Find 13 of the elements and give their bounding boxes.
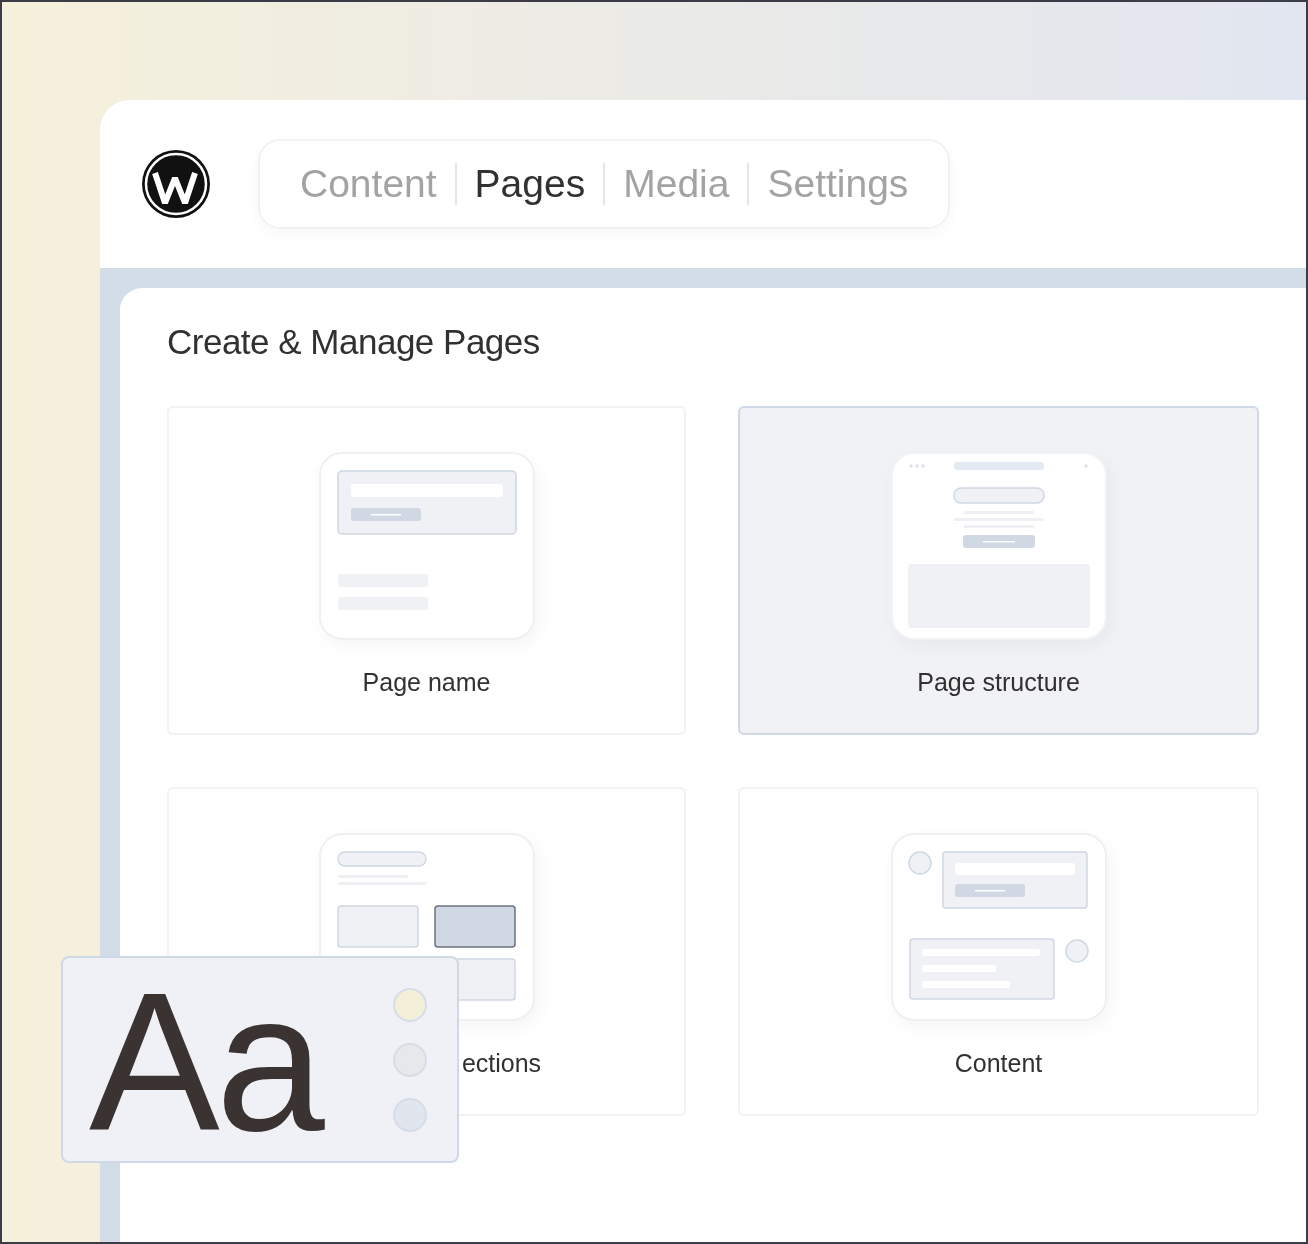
color-swatch[interactable]: [393, 988, 427, 1022]
card-label: ections: [461, 1049, 542, 1078]
option-card[interactable]: Page name: [167, 406, 686, 735]
option-card[interactable]: Content: [738, 787, 1259, 1116]
nav-tab[interactable]: Pages: [456, 162, 604, 206]
section-title: Create & Manage Pages: [167, 322, 541, 362]
color-swatch[interactable]: [393, 1098, 427, 1132]
color-swatch[interactable]: [393, 1043, 427, 1077]
card-label: Page name: [362, 668, 491, 697]
card-label: Content: [954, 1049, 1043, 1078]
option-card[interactable]: Page structure: [738, 406, 1259, 735]
card-label: Page structure: [917, 668, 1080, 697]
logo-icon: [140, 148, 212, 220]
